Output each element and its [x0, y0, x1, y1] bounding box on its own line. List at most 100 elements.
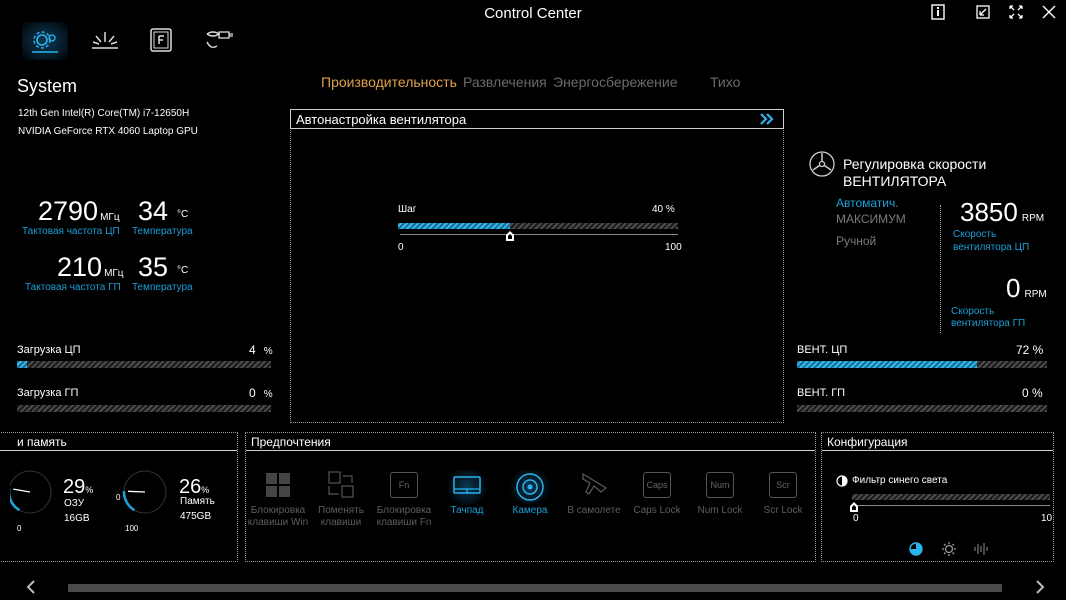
- preferences-title: Предпочтения: [251, 435, 331, 449]
- fullscreen-icon[interactable]: [1008, 4, 1024, 20]
- cpu-frequency-label: Тактовая частота ЦП: [22, 226, 120, 237]
- blue-light-max: 10: [1041, 513, 1053, 524]
- cpu-temperature-value: 34: [138, 196, 169, 226]
- tab-performance[interactable]: Производительность: [321, 74, 457, 90]
- fan-mode-manual[interactable]: Ручной: [836, 234, 876, 248]
- gpu-fan-label-1: Скорость: [951, 306, 995, 317]
- gpu-temperature: 35 °C: [138, 254, 188, 281]
- tab-power-saving[interactable]: Энергосбережение: [553, 74, 678, 90]
- fan-step-max: 100: [665, 242, 682, 253]
- gpu-load-label: Загрузка ГП: [17, 387, 79, 399]
- camera-icon: [508, 470, 552, 504]
- cpu-fan-bar-label: ВЕНТ. ЦП: [797, 344, 848, 356]
- fan-auto-title: Автонастройка вентилятора: [296, 112, 467, 127]
- pref-airplane[interactable]: В самолете: [563, 470, 625, 517]
- ram-gauge-needle: [13, 488, 31, 493]
- gpu-fan-bar: [797, 405, 1047, 412]
- fan-speed-title-2: ВЕНТИЛЯТОРА: [843, 173, 947, 189]
- gpu-fan-rpm: 0 RPM: [1006, 273, 1047, 303]
- close-icon[interactable]: [1042, 5, 1056, 19]
- cpu-frequency: 2790 МГц: [38, 198, 120, 225]
- cpu-name: 12th Gen Intel(R) Core(TM) i7-12650H: [18, 108, 190, 119]
- pref-touchpad[interactable]: Тачпад: [436, 470, 498, 517]
- fan-step-value: 40 %: [652, 204, 675, 215]
- sun-mode-icon[interactable]: [941, 541, 957, 557]
- gpu-fan-label-2: вентилятора ГП: [951, 318, 1026, 329]
- info-icon[interactable]: [929, 3, 947, 21]
- horizontal-scrollbar[interactable]: [68, 584, 1002, 592]
- pref-win-lock[interactable]: Блокировка клавиши Win: [247, 470, 309, 529]
- disk-gauge-min: 0: [116, 493, 121, 502]
- fan-step-track: [400, 234, 678, 235]
- gpu-fan-bar-value: 0 %: [1022, 386, 1043, 400]
- pref-num-lock[interactable]: Num Num Lock: [689, 470, 751, 517]
- gpu-frequency: 210 МГц: [57, 254, 124, 281]
- toolbar-system-button[interactable]: [22, 22, 68, 60]
- restore-icon[interactable]: [975, 4, 991, 20]
- fan-step-label: Шаг: [398, 204, 417, 215]
- configuration-title: Конфигурация: [827, 435, 908, 449]
- plug-icon: [206, 31, 233, 49]
- pref-caps-lock[interactable]: Caps Caps Lock: [626, 470, 688, 517]
- waveform-icon[interactable]: [973, 541, 989, 557]
- gpu-load-bar: [17, 405, 271, 412]
- fan-step-thumb[interactable]: [506, 228, 514, 241]
- toolbar-fkey-button[interactable]: [150, 28, 172, 52]
- system-title: System: [17, 76, 78, 96]
- blue-light-slider[interactable]: [852, 494, 1050, 500]
- fan-mode-auto[interactable]: Автоматич.: [836, 196, 899, 210]
- moon-mode-icon[interactable]: [909, 542, 923, 556]
- ram-gauge-min: 0: [17, 524, 22, 533]
- ram-gauge-arc: [10, 488, 21, 512]
- blue-light-label: Фильтр синего света: [852, 475, 948, 486]
- pref-fn-lock[interactable]: Fn Блокировка клавиши Fn: [373, 470, 435, 529]
- blue-light-icon: [836, 474, 848, 487]
- ram-size: 16GB: [64, 513, 90, 524]
- gear-laptop-icon: [32, 31, 58, 53]
- blue-light-thumb[interactable]: [850, 499, 858, 512]
- window-title: Control Center: [484, 5, 582, 22]
- expand-chevron-icon[interactable]: [759, 112, 775, 126]
- scroll-left-button[interactable]: [24, 579, 38, 595]
- caps-lock-icon: Caps: [643, 472, 671, 498]
- pref-swap-keys[interactable]: Поменять клавиши: [310, 470, 372, 529]
- gpu-temperature-value: 35: [138, 252, 169, 282]
- cpu-fan-bar-value: 72 %: [1016, 343, 1044, 357]
- cpu-temperature-unit: °C: [177, 209, 189, 220]
- cpu-fan-bar: [797, 361, 1047, 368]
- fan-step-slider[interactable]: [398, 223, 678, 229]
- gpu-temperature-label: Температура: [132, 282, 193, 293]
- tab-entertainment[interactable]: Развлечения: [463, 74, 547, 90]
- fan-mode-max[interactable]: МАКСИМУМ: [836, 212, 906, 226]
- toolbar-lighting-button[interactable]: [90, 28, 120, 52]
- disk-gauge: [122, 470, 167, 514]
- gpu-fan-bar-label: ВЕНТ. ГП: [797, 387, 846, 399]
- cpu-frequency-unit: МГц: [100, 212, 120, 223]
- gpu-name: NVIDIA GeForce RTX 4060 Laptop GPU: [18, 126, 198, 137]
- pref-scroll-lock[interactable]: Scr Scr Lock: [752, 470, 814, 517]
- scroll-right-button[interactable]: [1033, 579, 1047, 595]
- cpu-load-bar: [17, 361, 271, 368]
- disk-gauge-arc: [122, 491, 136, 512]
- pref-camera[interactable]: Камера: [499, 470, 561, 517]
- fan-divider: [940, 205, 941, 333]
- toolbar-power-button[interactable]: [203, 28, 235, 52]
- gpu-temperature-unit: °C: [177, 265, 189, 276]
- f-key-icon: [150, 28, 172, 52]
- tab-quiet[interactable]: Тихо: [710, 74, 740, 90]
- gpu-load-value: 0%: [249, 386, 273, 400]
- disk-gauge-max: 100: [125, 524, 139, 533]
- touchpad-icon: [445, 470, 489, 504]
- ram-gauge: [10, 470, 52, 514]
- blue-light-min: 0: [853, 513, 859, 524]
- swap-keys-icon: [326, 470, 356, 500]
- cpu-fan-rpm: 3850 RPM: [960, 197, 1045, 227]
- cpu-fan-label-2: вентилятора ЦП: [953, 242, 1030, 253]
- fan-auto-panel: Автонастройка вентилятора: [290, 109, 784, 423]
- disk-gauge-needle: [127, 490, 146, 493]
- fn-key-icon: Fn: [390, 472, 418, 498]
- cpu-temperature: 34 °C: [138, 198, 188, 225]
- ram-percent: 29%: [63, 476, 94, 498]
- gpu-frequency-value: 210: [57, 252, 103, 282]
- fan-icon: [808, 150, 836, 178]
